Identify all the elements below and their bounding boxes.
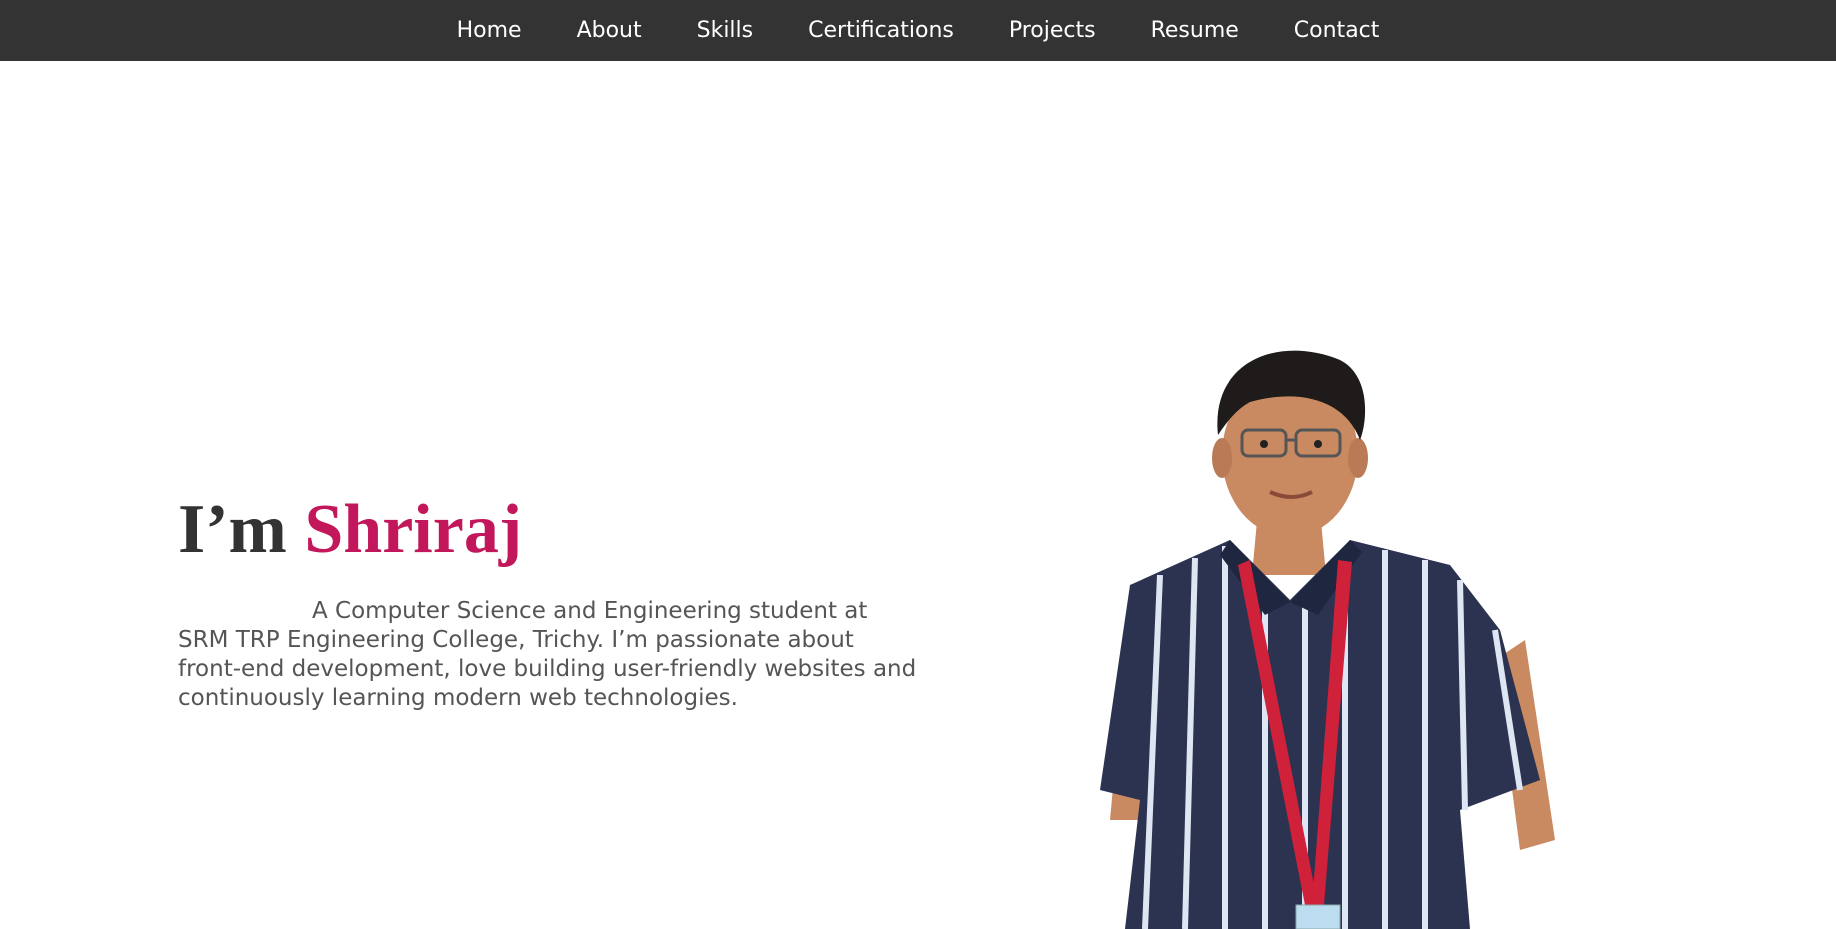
nav-item-home: Home bbox=[429, 0, 549, 61]
nav-link-contact[interactable]: Contact bbox=[1266, 0, 1407, 61]
profile-photo-illustration bbox=[1100, 350, 1555, 929]
hero-greeting: I’m bbox=[178, 491, 305, 568]
hero-name: Shriraj bbox=[304, 491, 523, 568]
nav-item-resume: Resume bbox=[1123, 0, 1266, 61]
top-navbar: Home About Skills Certifications Project… bbox=[0, 0, 1836, 61]
nav-link-certifications[interactable]: Certifications bbox=[781, 0, 982, 61]
nav-link-projects[interactable]: Projects bbox=[981, 0, 1123, 61]
nav-item-certifications: Certifications bbox=[781, 0, 982, 61]
nav-item-about: About bbox=[549, 0, 669, 61]
nav-item-projects: Projects bbox=[981, 0, 1123, 61]
nav-link-skills[interactable]: Skills bbox=[669, 0, 781, 61]
nav-item-contact: Contact bbox=[1266, 0, 1407, 61]
nav-list: Home About Skills Certifications Project… bbox=[429, 0, 1407, 61]
nav-link-home[interactable]: Home bbox=[429, 0, 549, 61]
nav-link-about[interactable]: About bbox=[549, 0, 669, 61]
hero-description: A Computer Science and Engineering stude… bbox=[178, 598, 917, 711]
nav-link-resume[interactable]: Resume bbox=[1123, 0, 1266, 61]
nav-item-skills: Skills bbox=[669, 0, 781, 61]
hero-title: I’m Shriraj bbox=[178, 488, 522, 572]
profile-photo bbox=[1100, 340, 1580, 929]
